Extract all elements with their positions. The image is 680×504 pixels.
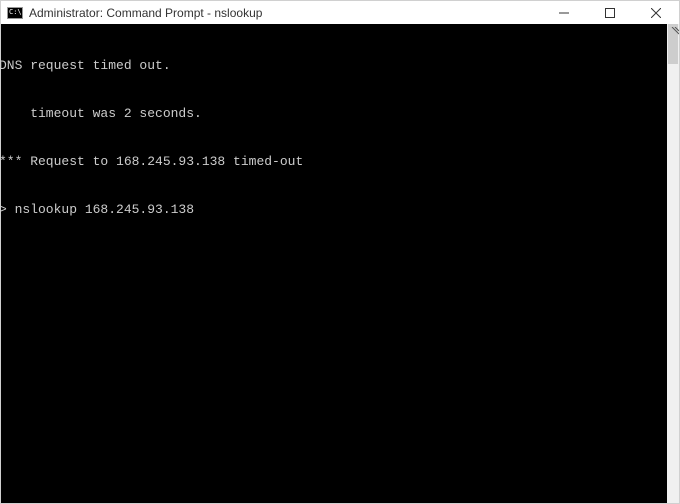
maximize-icon xyxy=(605,8,615,18)
command-prompt-window: C:\ Administrator: Command Prompt - nslo… xyxy=(0,0,680,504)
minimize-button[interactable] xyxy=(541,1,587,24)
minimize-icon xyxy=(559,8,569,18)
vertical-scrollbar[interactable] xyxy=(667,24,679,503)
terminal-line: timeout was 2 seconds. xyxy=(1,106,667,122)
resize-grip-icon[interactable] xyxy=(669,24,679,34)
terminal-line: > nslookup 168.245.93.138 xyxy=(1,202,667,218)
cmd-icon-text: C:\ xyxy=(8,9,22,16)
maximize-button[interactable] xyxy=(587,1,633,24)
window-controls xyxy=(541,1,679,24)
cmd-icon: C:\ xyxy=(7,7,23,19)
client-area: DNS request timed out. timeout was 2 sec… xyxy=(1,24,679,503)
close-button[interactable] xyxy=(633,1,679,24)
close-icon xyxy=(651,8,661,18)
titlebar[interactable]: C:\ Administrator: Command Prompt - nslo… xyxy=(1,1,679,24)
terminal-line: *** Request to 168.245.93.138 timed-out xyxy=(1,154,667,170)
terminal-output[interactable]: DNS request timed out. timeout was 2 sec… xyxy=(1,24,667,503)
terminal-line: DNS request timed out. xyxy=(1,58,667,74)
window-title: Administrator: Command Prompt - nslookup xyxy=(29,6,262,20)
